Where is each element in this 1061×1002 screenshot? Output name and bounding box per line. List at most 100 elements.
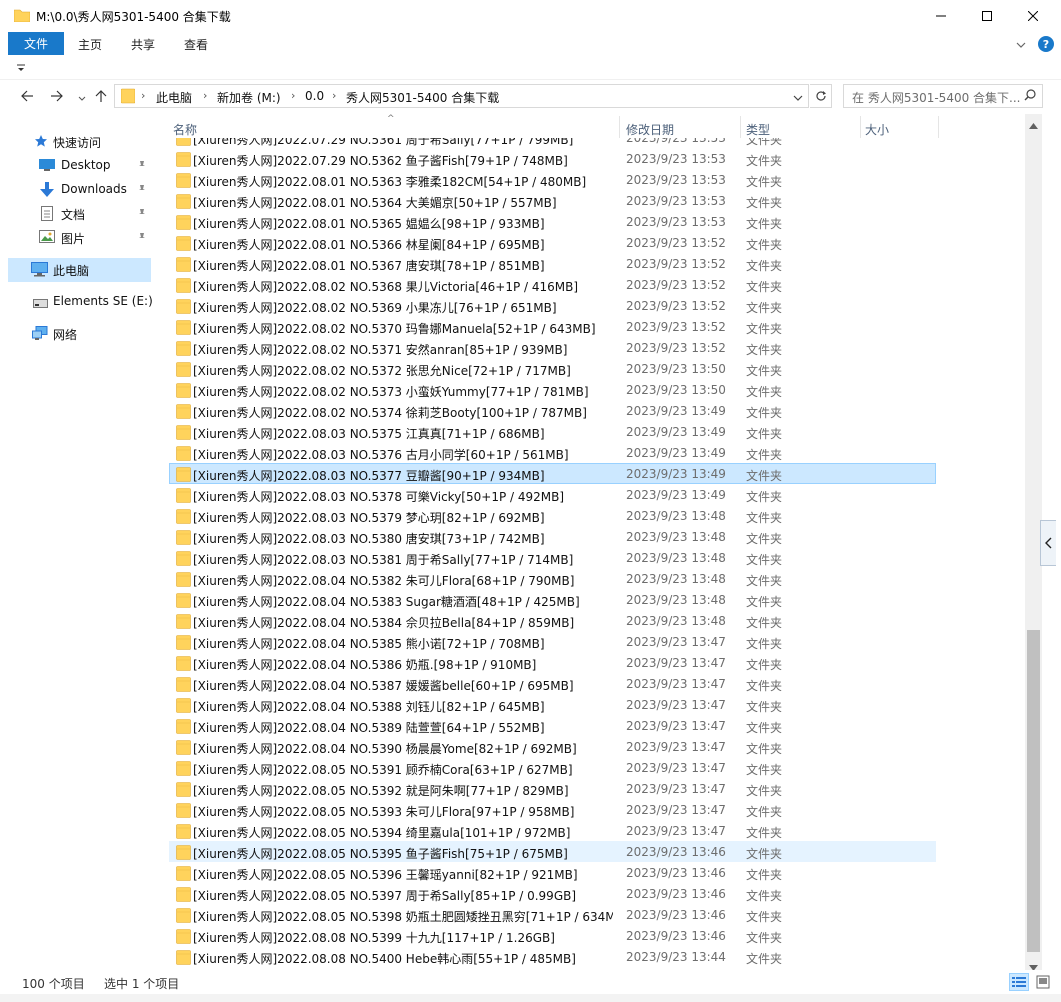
maximize-button[interactable]: [964, 0, 1010, 31]
table-row[interactable]: [Xiuren秀人网]2022.08.03 NO.5375 江真真[71+1P …: [169, 421, 936, 442]
column-size[interactable]: 大小: [865, 121, 889, 138]
file-type: 文件夹: [746, 427, 783, 441]
nav-documents[interactable]: 文档: [0, 202, 155, 226]
nav-downloads[interactable]: Downloads: [0, 178, 155, 202]
table-row[interactable]: [Xiuren秀人网]2022.08.08 NO.5399 十九九[117+1P…: [169, 925, 936, 946]
table-row[interactable]: [Xiuren秀人网]2022.08.05 NO.5395 鱼子酱Fish[75…: [169, 841, 936, 862]
pin-icon[interactable]: [137, 159, 147, 173]
column-name[interactable]: 名称: [173, 121, 197, 138]
minimize-button[interactable]: [918, 0, 964, 31]
details-view-button[interactable]: [1009, 973, 1029, 991]
breadcrumb-current[interactable]: 秀人网5301-5400 合集下载: [346, 89, 499, 106]
table-row[interactable]: [Xiuren秀人网]2022.08.05 NO.5394 绮里嘉ula[101…: [169, 820, 936, 841]
table-row[interactable]: [Xiuren秀人网]2022.08.03 NO.5378 可樂Vicky[50…: [169, 484, 936, 505]
chevron-down-icon[interactable]: [1016, 38, 1026, 52]
nav-pictures[interactable]: 图片: [0, 226, 155, 250]
table-row[interactable]: [Xiuren秀人网]2022.08.03 NO.5376 古月小同学[60+1…: [169, 442, 936, 463]
search-input[interactable]: 在 秀人网5301-5400 合集下...: [843, 84, 1043, 108]
table-row[interactable]: [Xiuren秀人网]2022.08.01 NO.5365 媪媪么[98+1P …: [169, 211, 936, 232]
tab-home[interactable]: 主页: [78, 36, 102, 53]
table-row[interactable]: [Xiuren秀人网]2022.08.05 NO.5397 周于希Sally[8…: [169, 883, 936, 904]
table-row[interactable]: [Xiuren秀人网]2022.08.03 NO.5381 周于希Sally[7…: [169, 547, 936, 568]
table-row[interactable]: [Xiuren秀人网]2022.08.01 NO.5363 李雅柔182CM[5…: [169, 169, 936, 190]
table-row[interactable]: [Xiuren秀人网]2022.08.04 NO.5384 佘贝拉Bella[8…: [169, 610, 936, 631]
breadcrumb-folder[interactable]: 0.0: [305, 89, 324, 103]
table-row[interactable]: [Xiuren秀人网]2022.08.05 NO.5398 奶瓶土肥圆矮挫丑黑穷…: [169, 904, 936, 925]
file-name: [Xiuren秀人网]2022.08.04 NO.5385 熊小诺[72+1P …: [193, 637, 545, 651]
column-divider[interactable]: [740, 116, 741, 138]
table-row[interactable]: [Xiuren秀人网]2022.08.04 NO.5389 陆萱萱[64+1P …: [169, 715, 936, 736]
table-row[interactable]: [Xiuren秀人网]2022.08.08 NO.5400 Hebe韩心雨[55…: [169, 946, 936, 967]
table-row[interactable]: [Xiuren秀人网]2022.08.01 NO.5364 大美媚京[50+1P…: [169, 190, 936, 211]
large-icons-view-button[interactable]: [1033, 973, 1053, 991]
scroll-up-icon[interactable]: [1029, 118, 1038, 132]
help-icon[interactable]: ?: [1038, 36, 1054, 52]
drive-icon: [33, 297, 48, 311]
table-row[interactable]: [Xiuren秀人网]2022.08.05 NO.5393 朱可儿Flora[9…: [169, 799, 936, 820]
forward-arrow-icon[interactable]: [50, 89, 64, 106]
breadcrumb-drive[interactable]: 新加卷 (M:): [217, 89, 281, 106]
nav-desktop[interactable]: Desktop: [0, 154, 155, 178]
column-type[interactable]: 类型: [746, 121, 770, 138]
file-name: [Xiuren秀人网]2022.08.05 NO.5393 朱可儿Flora[9…: [193, 805, 575, 819]
up-arrow-icon[interactable]: [94, 89, 108, 106]
nav-this-pc[interactable]: 此电脑: [8, 258, 151, 282]
recent-dropdown-icon[interactable]: [78, 91, 86, 105]
table-row[interactable]: [Xiuren秀人网]2022.07.29 NO.5362 鱼子酱Fish[79…: [169, 148, 936, 169]
table-row[interactable]: [Xiuren秀人网]2022.08.04 NO.5390 杨晨晨Yome[82…: [169, 736, 936, 757]
table-row[interactable]: [Xiuren秀人网]2022.08.04 NO.5386 奶瓶.[98+1P …: [169, 652, 936, 673]
table-row[interactable]: [Xiuren秀人网]2022.08.04 NO.5383 Sugar糖酒酒[4…: [169, 589, 936, 610]
file-type: 文件夹: [746, 490, 783, 504]
table-row[interactable]: [Xiuren秀人网]2022.08.02 NO.5369 小果冻儿[76+1P…: [169, 295, 936, 316]
table-row[interactable]: [Xiuren秀人网]2022.08.03 NO.5379 梦心玥[82+1P …: [169, 505, 936, 526]
table-row[interactable]: [Xiuren秀人网]2022.08.02 NO.5373 小蛮妖Yummy[7…: [169, 379, 936, 400]
table-row[interactable]: [Xiuren秀人网]2022.08.05 NO.5391 顾乔楠Cora[63…: [169, 757, 936, 778]
status-bar: 100 个项目 选中 1 个项目: [0, 970, 1061, 994]
column-divider[interactable]: [938, 116, 939, 138]
file-name: [Xiuren秀人网]2022.08.02 NO.5372 张思允Nice[72…: [193, 364, 571, 378]
pin-icon[interactable]: [137, 207, 147, 221]
table-row[interactable]: [Xiuren秀人网]2022.08.05 NO.5396 王馨瑶yanni[8…: [169, 862, 936, 883]
tab-file[interactable]: 文件: [8, 32, 64, 55]
back-arrow-icon[interactable]: [20, 89, 34, 106]
pin-icon[interactable]: [137, 231, 147, 245]
column-date[interactable]: 修改日期: [626, 121, 674, 138]
table-row[interactable]: [Xiuren秀人网]2022.08.02 NO.5371 安然anran[85…: [169, 337, 936, 358]
table-row[interactable]: [Xiuren秀人网]2022.08.04 NO.5382 朱可儿Flora[6…: [169, 568, 936, 589]
file-date: 2023/9/23 13:44: [626, 950, 726, 964]
table-row[interactable]: [Xiuren秀人网]2022.08.03 NO.5380 唐安琪[73+1P …: [169, 526, 936, 547]
table-row[interactable]: [Xiuren秀人网]2022.08.04 NO.5388 刘钰儿[82+1P …: [169, 694, 936, 715]
table-row[interactable]: [Xiuren秀人网]2022.08.04 NO.5385 熊小诺[72+1P …: [169, 631, 936, 652]
column-divider[interactable]: [619, 116, 620, 138]
table-row[interactable]: [Xiuren秀人网]2022.08.01 NO.5367 唐安琪[78+1P …: [169, 253, 936, 274]
column-divider[interactable]: [860, 116, 861, 138]
table-row[interactable]: [Xiuren秀人网]2022.08.04 NO.5387 媛媛酱belle[6…: [169, 673, 936, 694]
sort-ascending-icon: ^: [387, 114, 395, 124]
side-panel-toggle[interactable]: [1040, 520, 1056, 566]
file-type: 文件夹: [746, 469, 783, 483]
table-row[interactable]: [Xiuren秀人网]2022.08.02 NO.5368 果儿Victoria…: [169, 274, 936, 295]
file-name: [Xiuren秀人网]2022.08.03 NO.5375 江真真[71+1P …: [193, 427, 545, 441]
folder-icon: [176, 824, 191, 842]
pin-icon[interactable]: [137, 183, 147, 197]
table-row[interactable]: [Xiuren秀人网]2022.08.02 NO.5374 徐莉芝Booty[1…: [169, 400, 936, 421]
close-button[interactable]: [1010, 0, 1056, 31]
table-row[interactable]: [Xiuren秀人网]2022.08.03 NO.5377 豆瓣酱[90+1P …: [169, 463, 936, 484]
nav-network[interactable]: 网络: [0, 322, 155, 346]
breadcrumb-this-pc[interactable]: 此电脑: [156, 89, 192, 106]
nav-quick-access[interactable]: 快速访问: [0, 130, 155, 154]
chevron-down-icon[interactable]: [793, 91, 803, 105]
address-bar[interactable]: › 此电脑 › 新加卷 (M:) › 0.0 › 秀人网5301-5400 合集…: [114, 84, 809, 108]
tab-view[interactable]: 查看: [184, 36, 208, 53]
nav-elements-drive[interactable]: Elements SE (E:): [0, 290, 155, 314]
tab-share[interactable]: 共享: [131, 36, 155, 53]
customize-toolbar-icon[interactable]: [16, 62, 26, 76]
table-row[interactable]: [Xiuren秀人网]2022.08.01 NO.5366 林星阑[84+1P …: [169, 232, 936, 253]
table-row[interactable]: [Xiuren秀人网]2022.08.02 NO.5372 张思允Nice[72…: [169, 358, 936, 379]
search-icon[interactable]: [1024, 89, 1036, 104]
table-row[interactable]: [Xiuren秀人网]2022.08.05 NO.5392 就是阿朱啊[77+1…: [169, 778, 936, 799]
scrollbar-thumb[interactable]: [1027, 630, 1040, 952]
file-type: 文件夹: [746, 700, 783, 714]
table-row[interactable]: [Xiuren秀人网]2022.08.02 NO.5370 玛鲁娜Manuela…: [169, 316, 936, 337]
refresh-button[interactable]: [810, 84, 832, 108]
